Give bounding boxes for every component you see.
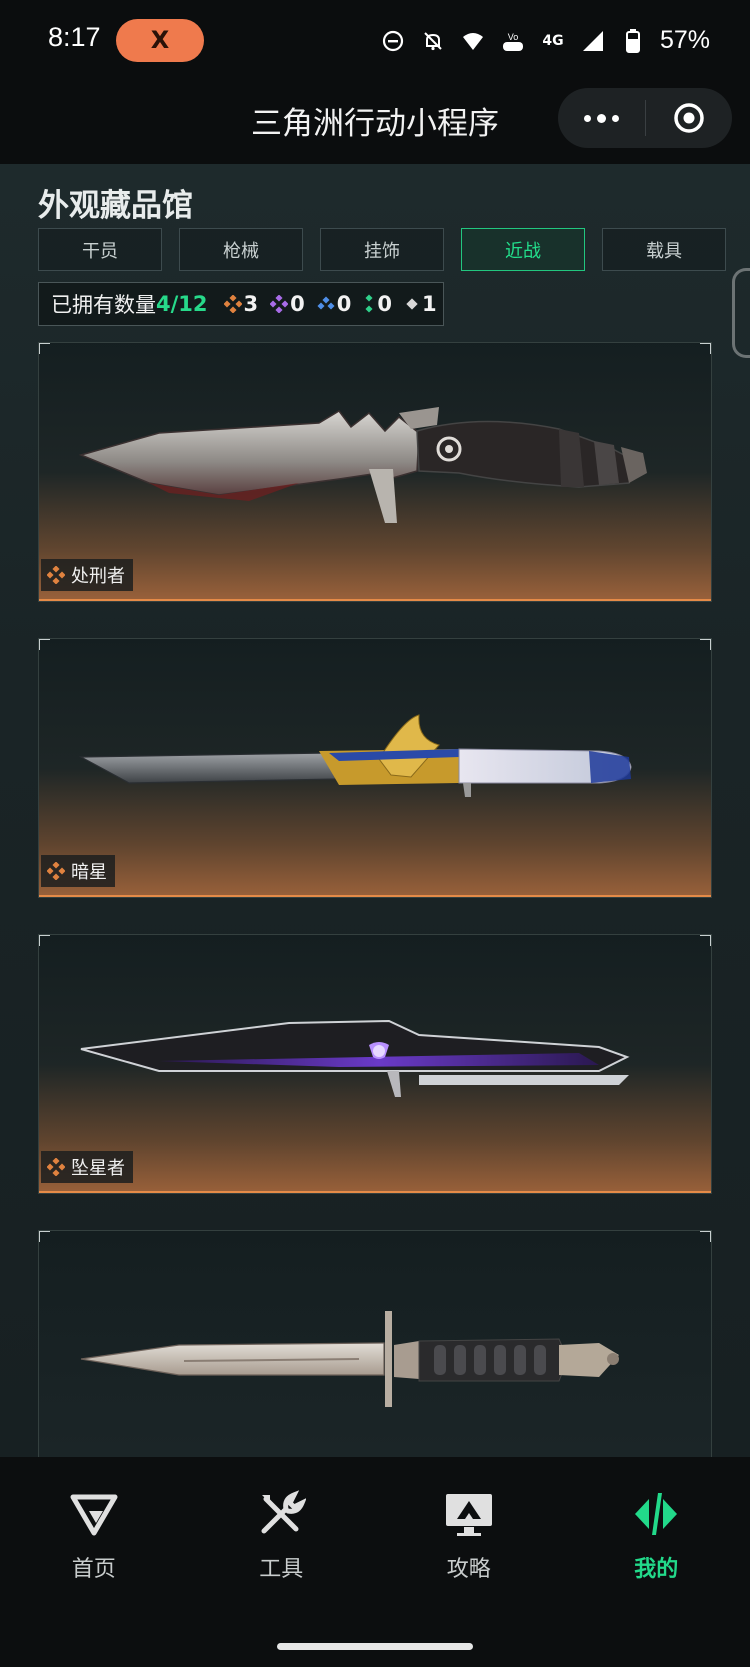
frame-corner [39, 343, 50, 354]
rarity-orange-icon [223, 295, 242, 313]
nav-item-profile[interactable]: 我的 [563, 1457, 750, 1627]
frame-corner [39, 639, 50, 650]
status-bar: 8:17 X Vo 4G 57% [0, 0, 750, 84]
skin-name: 坠星者 [71, 1158, 125, 1179]
nav-item-guide[interactable]: 攻略 [375, 1457, 563, 1627]
network-type-label: 4G [542, 32, 564, 49]
melee-skin-list: 处刑者 暗星 坠星者 [38, 342, 712, 1457]
rarity-green-value: 0 [377, 292, 393, 316]
rarity-white-count: 1 [404, 292, 437, 316]
rarity-purple-icon [270, 295, 289, 313]
frame-corner [700, 935, 711, 946]
skin-card[interactable]: 暗星 [38, 638, 712, 898]
battery-icon [620, 28, 646, 54]
rarity-orange-value: 3 [243, 292, 259, 316]
nav-label-profile: 我的 [634, 1557, 679, 1582]
more-dot-icon [584, 114, 591, 122]
miniprogram-capsule [558, 88, 732, 148]
side-drawer-handle[interactable] [732, 268, 750, 358]
rarity-white-value: 1 [422, 292, 437, 316]
owned-count-bar: 已拥有数量 4/12 3 0 0 0 1 [38, 282, 444, 326]
frame-corner [39, 1231, 50, 1242]
frame-corner [700, 639, 711, 650]
bayonet-icon [80, 1311, 619, 1407]
tactical-knife-icon [78, 407, 647, 523]
rarity-purple-count: 0 [270, 292, 305, 316]
owned-count: 4/12 [156, 292, 208, 316]
close-miniprogram-button[interactable] [646, 88, 732, 148]
category-tabs: 干员 枪械 挂饰 近战 载具 [38, 228, 726, 271]
section-title: 外观藏品馆 [38, 188, 193, 224]
frame-corner [700, 343, 711, 354]
tab-vehicles[interactable]: 载具 [602, 228, 726, 271]
more-button[interactable] [558, 88, 645, 148]
status-icons: Vo 4G 57% [380, 26, 710, 55]
tools-icon [261, 1490, 307, 1534]
home-logo-icon [70, 1494, 118, 1536]
skin-name-tag: 暗星 [41, 855, 115, 887]
gold-eagle-knife-icon [78, 714, 632, 797]
nav-item-home[interactable]: 首页 [0, 1457, 188, 1627]
guide-monitor-icon [445, 1494, 492, 1536]
status-app-pill[interactable]: X [116, 19, 204, 62]
skin-name-tag: 处刑者 [41, 559, 133, 591]
rarity-green-count: 0 [363, 292, 392, 316]
target-icon [674, 103, 704, 133]
network-type-icon: 4G [540, 28, 566, 54]
volte-icon: Vo [500, 28, 526, 54]
tab-firearms[interactable]: 枪械 [179, 228, 303, 271]
purple-blade-icon [80, 1019, 630, 1097]
rarity-orange-count: 3 [223, 292, 259, 316]
owned-label: 已拥有数量 [51, 293, 156, 317]
title-bar: 三角洲行动小程序 [0, 84, 750, 164]
bottom-nav: 首页 工具 攻略 我的 [0, 1457, 750, 1627]
signal-icon [580, 28, 606, 54]
collection-content[interactable]: 外观藏品馆 干员 枪械 挂饰 近战 载具 已拥有数量 4/12 3 0 0 0 … [0, 164, 750, 1457]
rarity-blue-icon [317, 296, 335, 310]
frame-corner [700, 1231, 711, 1242]
more-dot-icon [612, 114, 619, 122]
skin-name-tag: 坠星者 [41, 1151, 133, 1183]
skin-card[interactable]: 处刑者 [38, 342, 712, 602]
battery-percent: 57% [659, 26, 710, 54]
tab-charms[interactable]: 挂饰 [320, 228, 444, 271]
nav-label-home: 首页 [71, 1557, 116, 1582]
wifi-icon [460, 28, 486, 54]
rarity-blue-count: 0 [317, 292, 352, 316]
frame-corner [39, 935, 50, 946]
home-indicator[interactable] [277, 1643, 473, 1650]
rarity-purple-value: 0 [290, 292, 305, 316]
nav-label-guide: 攻略 [446, 1557, 491, 1582]
nav-item-tools[interactable]: 工具 [188, 1457, 376, 1627]
rarity-orange-icon [47, 566, 65, 584]
status-time: 8:17 [48, 22, 101, 52]
rarity-green-icon [365, 294, 373, 313]
nav-label-tools: 工具 [259, 1557, 304, 1582]
tab-operators[interactable]: 干员 [38, 228, 162, 271]
more-dot-icon [597, 113, 606, 123]
rarity-blue-value: 0 [336, 292, 352, 316]
profile-logo-icon [635, 1493, 678, 1535]
rarity-orange-icon [47, 1158, 65, 1176]
do-not-disturb-icon [380, 28, 406, 54]
skin-name: 暗星 [71, 862, 107, 883]
rarity-white-icon [406, 298, 418, 310]
system-gesture-bar [0, 1627, 750, 1667]
rarity-orange-icon [47, 862, 65, 880]
skin-name: 处刑者 [71, 566, 125, 587]
bell-off-icon [420, 28, 446, 54]
skin-card[interactable]: 坠星者 [38, 934, 712, 1194]
skin-card[interactable] [38, 1230, 712, 1457]
svg-text:Vo: Vo [508, 32, 519, 42]
tab-melee[interactable]: 近战 [461, 228, 585, 271]
